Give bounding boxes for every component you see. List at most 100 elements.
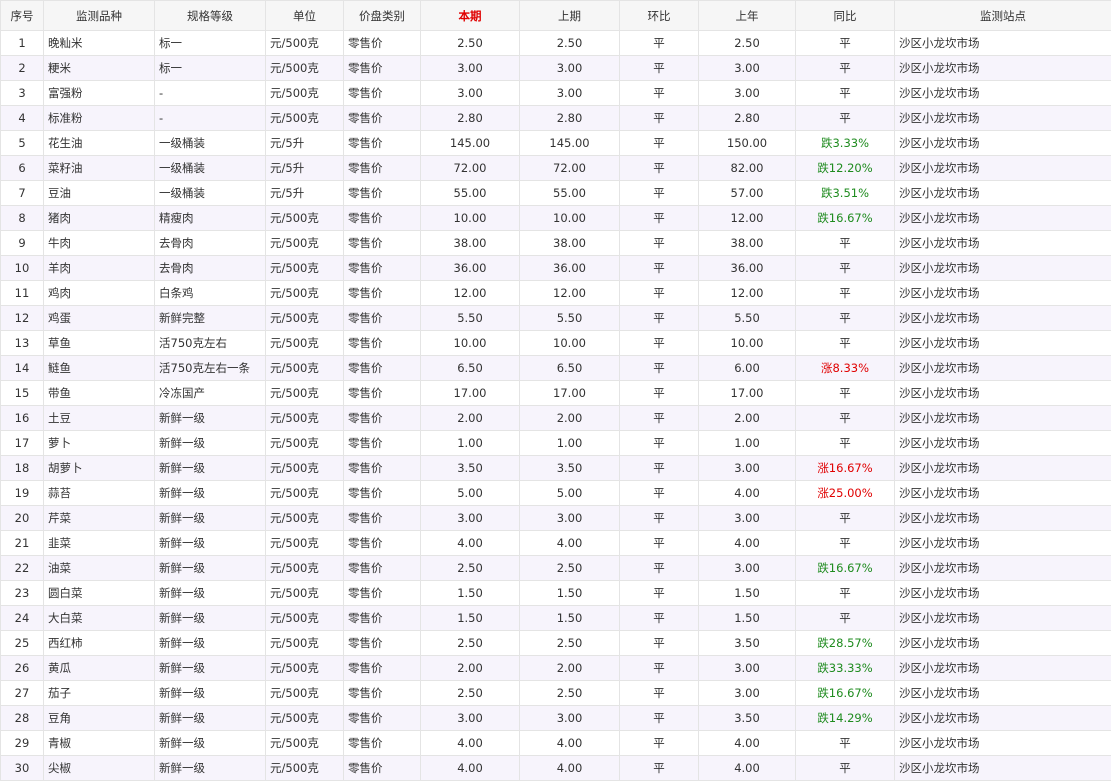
- cell-price-type: 零售价: [343, 105, 421, 131]
- cell-last-year: 3.50: [698, 705, 796, 731]
- table-row: 8 猪肉 精瘦肉 元/500克 零售价 10.00 10.00 平 12.00 跌16.67% 沙区…: [0, 205, 1111, 231]
- cell-yoy: 平: [795, 580, 895, 606]
- cell-item: 茄子: [43, 680, 155, 706]
- cell-spec: 新鲜一级: [154, 605, 266, 631]
- table-row: 19 蒜苔 新鲜一级 元/500克 零售价 5.00 5.00 平 4.00 涨25.00% 沙区小…: [0, 480, 1111, 506]
- cell-mom: 平: [619, 405, 699, 431]
- cell-index: 12: [0, 305, 44, 331]
- cell-item: 豆油: [43, 180, 155, 206]
- cell-yoy: 平: [795, 105, 895, 131]
- cell-spec: 去骨肉: [154, 255, 266, 281]
- cell-spec: 新鲜一级: [154, 430, 266, 456]
- cell-price-type: 零售价: [343, 755, 421, 781]
- cell-last-year: 6.00: [698, 355, 796, 381]
- cell-mom: 平: [619, 655, 699, 681]
- table-row: 5 花生油 一级桶装 元/5升 零售价 145.00 145.00 平 150.00 跌3.33%…: [0, 130, 1111, 156]
- table-row: 27 茄子 新鲜一级 元/500克 零售价 2.50 2.50 平 3.00 跌16.67% 沙区小…: [0, 680, 1111, 706]
- table-row: 21 韭菜 新鲜一级 元/500克 零售价 4.00 4.00 平 4.00 平沙区小龙坎市场: [0, 530, 1111, 556]
- cell-last-year: 4.00: [698, 530, 796, 556]
- cell-previous: 3.50: [519, 455, 620, 481]
- cell-spec: 新鲜一级: [154, 480, 266, 506]
- table-row: 11 鸡肉 白条鸡 元/500克 零售价 12.00 12.00 平 12.00 平沙区小龙坎市场: [0, 280, 1111, 306]
- cell-index: 10: [0, 255, 44, 281]
- cell-item: 青椒: [43, 730, 155, 756]
- table-row: 17 萝卜 新鲜一级 元/500克 零售价 1.00 1.00 平 1.00 平沙区小龙坎市场: [0, 430, 1111, 456]
- cell-spec: 标一: [154, 30, 266, 56]
- cell-price-type: 零售价: [343, 730, 421, 756]
- cell-price-type: 零售价: [343, 630, 421, 656]
- cell-yoy: 平: [795, 80, 895, 106]
- cell-unit: 元/500克: [265, 55, 344, 81]
- cell-last-year: 3.50: [698, 630, 796, 656]
- cell-item: 萝卜: [43, 430, 155, 456]
- cell-yoy: 跌33.33%: [795, 655, 895, 681]
- cell-index: 29: [0, 730, 44, 756]
- cell-previous: 5.50: [519, 305, 620, 331]
- cell-item: 大白菜: [43, 605, 155, 631]
- cell-mom: 平: [619, 255, 699, 281]
- cell-yoy: 平: [795, 55, 895, 81]
- cell-unit: 元/500克: [265, 305, 344, 331]
- cell-price-type: 零售价: [343, 180, 421, 206]
- cell-price-type: 零售价: [343, 605, 421, 631]
- cell-spec: 新鲜一级: [154, 405, 266, 431]
- cell-mom: 平: [619, 130, 699, 156]
- cell-mom: 平: [619, 480, 699, 506]
- cell-price-type: 零售价: [343, 555, 421, 581]
- cell-mom: 平: [619, 155, 699, 181]
- cell-unit: 元/500克: [265, 605, 344, 631]
- cell-spec: 精瘦肉: [154, 205, 266, 231]
- cell-last-year: 4.00: [698, 730, 796, 756]
- cell-mom: 平: [619, 705, 699, 731]
- cell-previous: 4.00: [519, 530, 620, 556]
- cell-yoy: 平: [795, 255, 895, 281]
- cell-current: 2.00: [420, 655, 520, 681]
- cell-last-year: 2.50: [698, 30, 796, 56]
- cell-unit: 元/500克: [265, 455, 344, 481]
- cell-yoy: 平: [795, 730, 895, 756]
- cell-yoy: 平: [795, 380, 895, 406]
- cell-station: 沙区小龙坎市场: [894, 605, 1111, 631]
- table-row: 29 青椒 新鲜一级 元/500克 零售价 4.00 4.00 平 4.00 平沙区小龙坎市场: [0, 730, 1111, 756]
- cell-item: 胡萝卜: [43, 455, 155, 481]
- cell-previous: 3.00: [519, 505, 620, 531]
- cell-previous: 6.50: [519, 355, 620, 381]
- cell-index: 28: [0, 705, 44, 731]
- cell-station: 沙区小龙坎市场: [894, 380, 1111, 406]
- cell-station: 沙区小龙坎市场: [894, 280, 1111, 306]
- cell-price-type: 零售价: [343, 405, 421, 431]
- cell-spec: 新鲜一级: [154, 730, 266, 756]
- cell-station: 沙区小龙坎市场: [894, 580, 1111, 606]
- table-row: 4 标准粉 - 元/500克 零售价 2.80 2.80 平 2.80 平沙区小龙坎市场: [0, 105, 1111, 131]
- cell-station: 沙区小龙坎市场: [894, 655, 1111, 681]
- cell-price-type: 零售价: [343, 455, 421, 481]
- cell-last-year: 82.00: [698, 155, 796, 181]
- cell-unit: 元/5升: [265, 180, 344, 206]
- cell-yoy: 平: [795, 605, 895, 631]
- cell-previous: 1.50: [519, 605, 620, 631]
- cell-index: 25: [0, 630, 44, 656]
- cell-current: 3.00: [420, 55, 520, 81]
- cell-yoy: 跌16.67%: [795, 555, 895, 581]
- cell-item: 羊肉: [43, 255, 155, 281]
- cell-index: 26: [0, 655, 44, 681]
- cell-current: 3.00: [420, 80, 520, 106]
- cell-mom: 平: [619, 430, 699, 456]
- cell-station: 沙区小龙坎市场: [894, 30, 1111, 56]
- cell-previous: 55.00: [519, 180, 620, 206]
- cell-last-year: 3.00: [698, 655, 796, 681]
- cell-mom: 平: [619, 730, 699, 756]
- cell-spec: 去骨肉: [154, 230, 266, 256]
- cell-last-year: 2.00: [698, 405, 796, 431]
- header-mom: 环比: [619, 0, 699, 31]
- cell-spec: 新鲜一级: [154, 680, 266, 706]
- cell-current: 3.50: [420, 455, 520, 481]
- cell-previous: 72.00: [519, 155, 620, 181]
- cell-yoy: 跌16.67%: [795, 680, 895, 706]
- cell-item: 蒜苔: [43, 480, 155, 506]
- cell-index: 19: [0, 480, 44, 506]
- cell-price-type: 零售价: [343, 380, 421, 406]
- cell-item: 圆白菜: [43, 580, 155, 606]
- cell-last-year: 3.00: [698, 505, 796, 531]
- cell-previous: 2.50: [519, 630, 620, 656]
